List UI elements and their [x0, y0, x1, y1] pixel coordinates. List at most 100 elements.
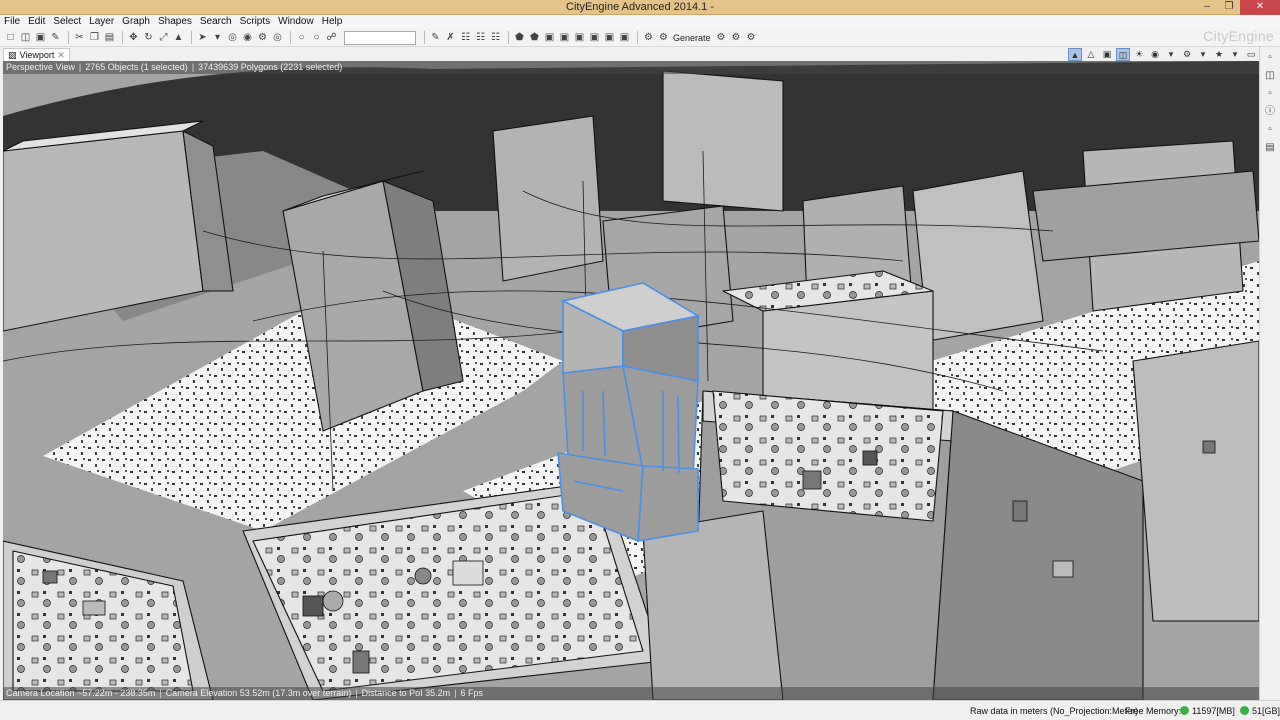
object-selected-count: (1 selected)	[140, 62, 188, 72]
copy-icon[interactable]: ❐	[88, 31, 101, 44]
viewport-3d[interactable]: Perspective View | 2765 Objects (1 selecte…	[3, 61, 1259, 700]
street-tool-3-icon[interactable]: ☷	[459, 31, 472, 44]
new-icon[interactable]: □	[4, 31, 17, 44]
shape-tool-4-icon[interactable]: ▣	[558, 31, 571, 44]
bookmark-icon[interactable]: ★	[1212, 48, 1226, 61]
right-dock-strip: ▫ ◫ ▫ ⓘ ▫ ▤	[1259, 47, 1280, 700]
camera-elevation: Camera Elevation 53.52m (17.3m over terr…	[165, 688, 352, 698]
dropdown-icon[interactable]: ▾	[211, 31, 224, 44]
viewport-camera-bar: Camera Location ~57.22m - 238.35m | Camera…	[3, 687, 1259, 700]
tab-viewport[interactable]: ▨ Viewport ✕	[3, 48, 70, 61]
viewport-info-bar: Perspective View | 2765 Objects (1 selecte…	[3, 61, 1259, 74]
polygon-selected-count: (2231 selected)	[280, 62, 343, 72]
distance-to-poi: Distance to PoI 35.2m	[361, 688, 451, 698]
select-arrow-icon[interactable]: ➤	[196, 31, 209, 44]
shape-tool-8-icon[interactable]: ▣	[618, 31, 631, 44]
shape-tool-7-icon[interactable]: ▣	[603, 31, 616, 44]
free-memory-label: Free Memory:	[1125, 706, 1182, 716]
minimize-panel-icon[interactable]: ▫	[1263, 123, 1277, 137]
wireframe-mode-icon[interactable]: △	[1084, 48, 1098, 61]
tool-3-icon[interactable]: ⚙	[256, 31, 269, 44]
selected-building	[557, 282, 701, 543]
menu-graph[interactable]: Graph	[118, 15, 154, 29]
menu-file[interactable]: File	[0, 15, 24, 29]
tool-6-icon[interactable]: ○	[310, 31, 323, 44]
shaded-mode-icon[interactable]: ▲	[1068, 47, 1082, 61]
generate-2-icon[interactable]: ⚙	[657, 31, 670, 44]
generate-icon[interactable]: ⚙	[642, 31, 655, 44]
shape-tool-6-icon[interactable]: ▣	[588, 31, 601, 44]
menu-shapes[interactable]: Shapes	[154, 15, 196, 29]
move-icon[interactable]: ✥	[127, 31, 140, 44]
generate-button[interactable]: Generate	[673, 33, 711, 43]
tool-1-icon[interactable]: ◎	[226, 31, 239, 44]
menu-search[interactable]: Search	[196, 15, 236, 29]
lighting-icon[interactable]: ☀	[1132, 48, 1146, 61]
shape-tool-icon[interactable]: ⬟	[513, 31, 526, 44]
update-seed-icon[interactable]: ⚙	[730, 31, 743, 44]
cut-icon[interactable]: ✂	[73, 31, 86, 44]
minimize-button[interactable]: –	[1196, 0, 1218, 15]
camera-icon[interactable]: ◉	[1148, 48, 1162, 61]
menu-window[interactable]: Window	[274, 15, 318, 29]
close-button[interactable]: ✕	[1240, 0, 1280, 15]
viewport-icon: ▨	[8, 49, 17, 60]
fps-readout: 6 Fps	[460, 688, 484, 698]
folder-icon[interactable]: ▤	[1263, 141, 1277, 155]
minimize-panel-icon[interactable]: ▫	[1263, 87, 1277, 101]
tool-5-icon[interactable]: ○	[295, 31, 308, 44]
search-field[interactable]	[344, 30, 416, 45]
texture-mode-icon[interactable]: ▣	[1100, 48, 1114, 61]
shape-tool-2-icon[interactable]: ⬟	[528, 31, 541, 44]
memory-mb-value: 11597[MB]	[1192, 706, 1235, 716]
navigator-icon[interactable]: ◫	[1263, 69, 1277, 83]
city-scene[interactable]	[3, 61, 1259, 700]
dropdown-icon[interactable]: ▾	[1164, 48, 1178, 61]
menu-help[interactable]: Help	[318, 15, 347, 29]
regenerate-icon[interactable]: ⚙	[715, 31, 728, 44]
settings-icon[interactable]: ⚙	[1180, 48, 1194, 61]
clean-up-icon[interactable]: ⚙	[745, 31, 758, 44]
brand-logo: CityEngine	[1203, 28, 1274, 44]
info-icon[interactable]: ⓘ	[1263, 105, 1277, 119]
memory-gb-value: 51[GB]	[1252, 706, 1280, 716]
open-icon[interactable]: ◫	[19, 31, 32, 44]
viewport-toolbar: ▲ △ ▣ ◫ ☀ ◉ ▾ ⚙ ▾ ★ ▾ ▭	[1066, 47, 1258, 61]
tool-2-icon[interactable]: ◉	[241, 31, 254, 44]
street-tool-4-icon[interactable]: ☷	[474, 31, 487, 44]
view-name: Perspective View	[6, 62, 75, 72]
dropdown-icon[interactable]: ▾	[1228, 48, 1242, 61]
shape-tool-3-icon[interactable]: ▣	[543, 31, 556, 44]
street-tool-icon[interactable]: ✎	[429, 31, 442, 44]
close-tab-icon[interactable]: ✕	[57, 50, 65, 61]
maximize-view-icon[interactable]: ▭	[1244, 48, 1258, 61]
save-icon[interactable]: ▣	[34, 31, 47, 44]
menu-layer[interactable]: Layer	[85, 15, 118, 29]
main-toolbar: □ ◫ ▣ ✎ ✂ ❐ ▤ ✥ ↻ ⤢ ▲ ➤ ▾ ◎ ◉ ⚙ ◎ ○ ○ ☍ …	[0, 29, 1280, 47]
menu-select[interactable]: Select	[49, 15, 85, 29]
polygon-count: 37439639 Polygons	[198, 62, 278, 72]
maximize-button[interactable]: ❐	[1218, 0, 1240, 15]
memory-gb: 51[GB]	[1240, 706, 1280, 716]
object-count: 2765 Objects	[85, 62, 139, 72]
paste-icon[interactable]: ▤	[103, 31, 116, 44]
tool-4-icon[interactable]: ◎	[271, 31, 284, 44]
lock-icon[interactable]: ☍	[325, 31, 338, 44]
street-tool-2-icon[interactable]: ✗	[444, 31, 457, 44]
menu-scripts[interactable]: Scripts	[236, 15, 275, 29]
memory-mb: 11597[MB]	[1180, 706, 1235, 716]
tab-viewport-label: Viewport	[19, 50, 55, 60]
menu-bar: File Edit Select Layer Graph Shapes Sear…	[0, 15, 1280, 29]
wireframe-overlay-icon[interactable]: ◫	[1116, 47, 1130, 61]
pencil-icon[interactable]: ✎	[49, 31, 62, 44]
rotate-icon[interactable]: ↻	[142, 31, 155, 44]
minimize-panel-icon[interactable]: ▫	[1263, 51, 1277, 65]
menu-edit[interactable]: Edit	[24, 15, 49, 29]
shape-tool-5-icon[interactable]: ▣	[573, 31, 586, 44]
memory-status-icon	[1240, 706, 1249, 715]
window-title: CityEngine Advanced 2014.1 -	[566, 1, 714, 13]
street-tool-5-icon[interactable]: ☷	[489, 31, 502, 44]
dropdown-icon[interactable]: ▾	[1196, 48, 1210, 61]
align-icon[interactable]: ▲	[172, 31, 185, 44]
scale-icon[interactable]: ⤢	[157, 31, 170, 44]
